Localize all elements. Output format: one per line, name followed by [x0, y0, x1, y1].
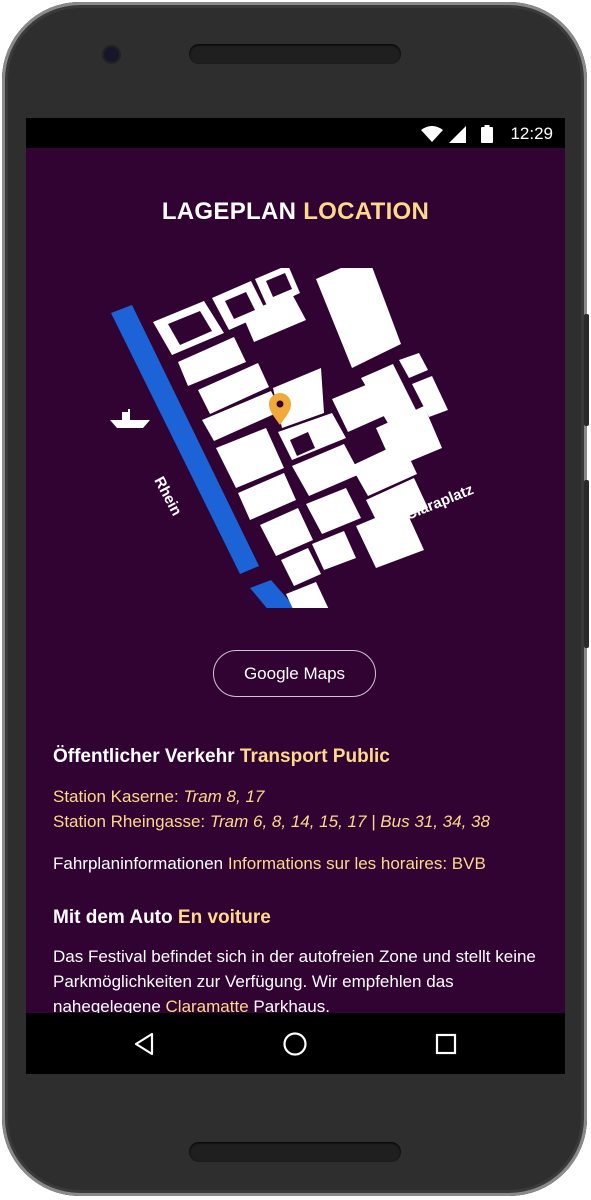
car-heading-de: Mit dem Auto: [53, 907, 173, 928]
home-button[interactable]: [265, 1013, 325, 1074]
google-maps-button[interactable]: Google Maps: [213, 650, 376, 697]
bottom-speaker: [189, 1142, 401, 1162]
bvb-link[interactable]: BVB: [452, 854, 486, 873]
station-kaserne-lines: Tram 8, 17: [183, 787, 265, 806]
home-icon: [283, 1031, 307, 1056]
recents-button[interactable]: [416, 1013, 476, 1074]
claramatte-link[interactable]: Claramatte: [166, 997, 249, 1013]
battery-icon: [481, 125, 493, 143]
earpiece-speaker: [189, 44, 401, 64]
location-map[interactable]: Kaserne Claraplatz Rhein: [26, 268, 565, 608]
status-bar: 12:29: [26, 118, 565, 148]
schedule-fr: Informations sur les horaires:: [227, 854, 448, 873]
back-button[interactable]: [114, 1013, 174, 1074]
station-rheingasse-lines: Tram 6, 8, 14, 15, 17 | Bus 31, 34, 38: [209, 812, 490, 831]
station-rheingasse: Station Rheingasse: Tram 6, 8, 14, 15, 1…: [53, 809, 553, 834]
transport-heading-fr: Transport Public: [239, 746, 390, 767]
status-icons: [421, 125, 493, 143]
transport-heading: Öffentlicher Verkehr Transport Public: [53, 746, 390, 768]
title-fr: LOCATION: [303, 198, 430, 225]
station-kaserne: Station Kaserne: Tram 8, 17: [53, 784, 553, 809]
power-button: [584, 314, 589, 426]
page-title: LAGEPLAN LOCATION: [26, 198, 565, 226]
schedule-info: Fahrplaninformationen Informations sur l…: [53, 851, 553, 876]
back-icon: [134, 1032, 154, 1055]
phone-frame: 12:29 LAGEPLAN LOCATION Kaserne Clarapla…: [2, 2, 589, 1196]
screen: 12:29 LAGEPLAN LOCATION Kaserne Clarapla…: [26, 118, 565, 1074]
car-heading-fr: En voiture: [177, 907, 271, 928]
station-rheingasse-label: Station Rheingasse:: [53, 812, 206, 831]
front-camera: [104, 47, 119, 62]
navigation-bar: [26, 1013, 565, 1074]
wifi-icon: [421, 125, 443, 142]
car-heading: Mit dem Auto En voiture: [53, 907, 271, 929]
title-de: LAGEPLAN: [161, 198, 297, 225]
station-kaserne-label: Station Kaserne:: [53, 787, 179, 806]
map-label-rhein: Rhein: [150, 474, 185, 519]
page-content[interactable]: LAGEPLAN LOCATION Kaserne Claraplatz Rhe…: [26, 148, 565, 1013]
car-text-2: Parkhaus.: [253, 997, 330, 1013]
clock: 12:29: [510, 124, 553, 143]
signal-icon: [449, 125, 466, 143]
car-text: Das Festival befindet sich in der autofr…: [53, 944, 553, 1013]
recents-icon: [435, 1033, 457, 1054]
volume-button: [584, 480, 589, 648]
schedule-de: Fahrplaninformationen: [53, 854, 224, 873]
boat-icon: [110, 409, 150, 428]
transport-heading-de: Öffentlicher Verkehr: [53, 746, 235, 767]
